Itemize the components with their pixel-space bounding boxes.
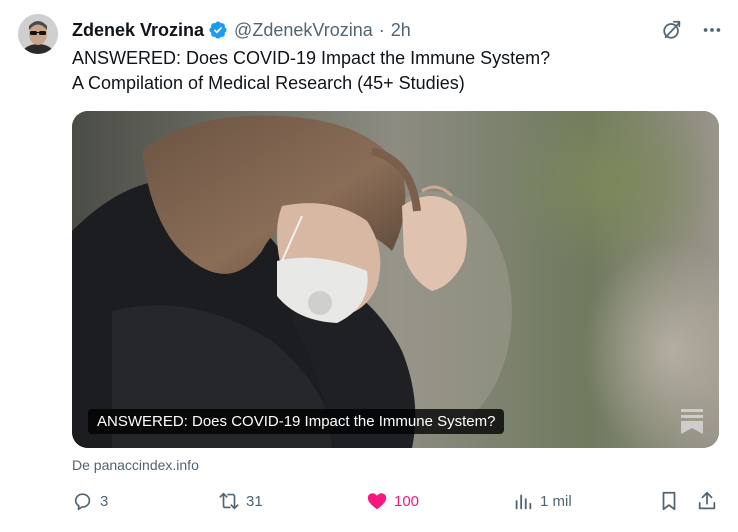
like-button[interactable]: 100 [366, 490, 419, 512]
share-icon [698, 491, 716, 510]
reply-icon [74, 493, 91, 511]
more-icon[interactable] [700, 18, 724, 42]
verified-badge-icon [208, 20, 228, 40]
reply-count: 3 [100, 492, 109, 510]
tweet-header: Zdenek Vrozina @ZdenekVrozina · 2h [72, 16, 411, 44]
tweet-top-actions [660, 18, 724, 42]
like-count: 100 [394, 492, 420, 510]
card-title: ANSWERED: Does COVID-19 Impact the Immun… [88, 409, 505, 434]
retweet-icon [219, 492, 239, 510]
grok-icon[interactable] [660, 18, 684, 42]
heart-icon [367, 493, 387, 510]
tweet-text-line-2: A Compilation of Medical Research (45+ S… [72, 73, 465, 93]
reply-button[interactable]: 3 [72, 490, 108, 512]
author-name[interactable]: Zdenek Vrozina [72, 20, 204, 41]
share-button[interactable] [696, 490, 718, 512]
views-count: 1 mil [540, 492, 572, 510]
bookmark-button[interactable] [658, 490, 680, 512]
action-bar: 3 31 100 1 mil [72, 490, 722, 516]
bookmark-icon [662, 491, 676, 511]
card-image [72, 111, 719, 448]
views-icon [515, 494, 532, 510]
tweet-text-line-1: ANSWERED: Does COVID-19 Impact the Immun… [72, 48, 551, 68]
link-card[interactable]: ANSWERED: Does COVID-19 Impact the Immun… [72, 111, 719, 448]
author-handle[interactable]: @ZdenekVrozina [234, 20, 373, 41]
article-icon [679, 407, 705, 435]
avatar[interactable] [18, 14, 58, 54]
retweet-button[interactable]: 31 [218, 490, 263, 512]
tweet-text: ANSWERED: Does COVID-19 Impact the Immun… [72, 46, 712, 96]
views-button[interactable]: 1 mil [512, 490, 572, 512]
post-time[interactable]: 2h [391, 20, 411, 41]
separator-dot: · [378, 19, 385, 40]
card-source[interactable]: De panaccindex.info [72, 457, 199, 473]
tweet: Zdenek Vrozina @ZdenekVrozina · 2h ANSWE… [0, 0, 738, 532]
retweet-count: 31 [246, 492, 263, 510]
